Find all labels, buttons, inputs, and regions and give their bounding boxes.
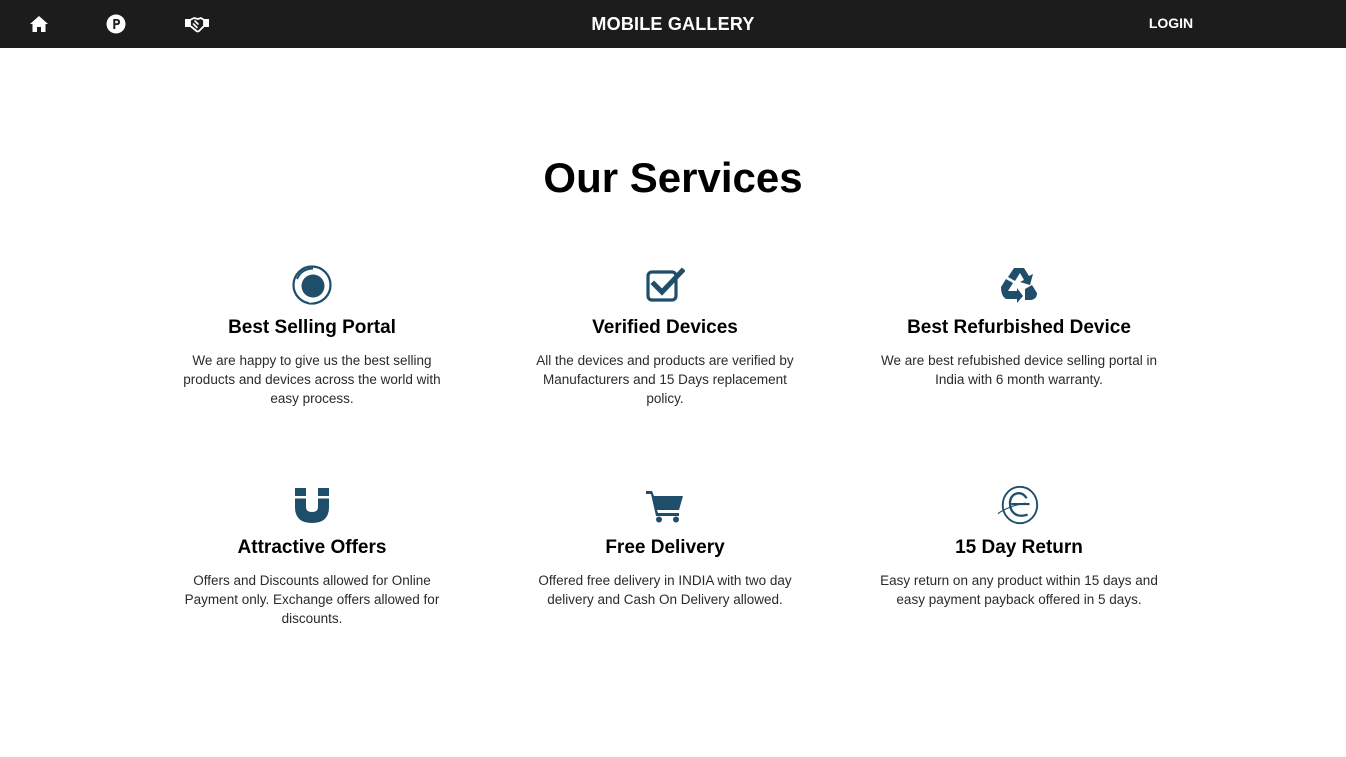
home-icon[interactable] — [28, 13, 50, 35]
service-card-delivery: Free Delivery Offered free delivery in I… — [515, 483, 815, 609]
service-card-verified: Verified Devices All the devices and pro… — [515, 263, 815, 408]
service-card-best-selling: Best Selling Portal We are happy to give… — [162, 263, 462, 408]
service-description: All the devices and products are verifie… — [536, 353, 794, 406]
magnet-icon — [290, 483, 334, 527]
service-card-refurbished: Best Refurbished Device We are best refu… — [869, 263, 1169, 389]
service-card-return: 15 Day Return Easy return on any product… — [869, 483, 1169, 609]
service-card-offers: Attractive Offers Offers and Discounts a… — [162, 483, 462, 628]
service-heading: Best Selling Portal — [228, 317, 396, 338]
services-title: Our Services — [543, 154, 803, 201]
service-heading: 15 Day Return — [955, 537, 1083, 558]
service-description: Offers and Discounts allowed for Online … — [184, 573, 440, 626]
recycle-icon — [997, 263, 1041, 307]
edge-swirl-icon — [997, 483, 1041, 527]
service-heading: Verified Devices — [592, 317, 738, 338]
login-link[interactable]: LOGIN — [1140, 0, 1202, 48]
service-heading: Attractive Offers — [237, 537, 387, 558]
top-navbar: MOBILE GALLERY LOGIN — [0, 0, 1346, 48]
brand-title[interactable]: MOBILE GALLERY — [591, 14, 754, 34]
spiral-eye-icon — [290, 263, 334, 307]
service-description: We are best refubished device selling po… — [881, 353, 1157, 387]
parking-icon[interactable] — [105, 13, 127, 35]
service-heading: Best Refurbished Device — [907, 317, 1131, 338]
service-heading: Free Delivery — [605, 537, 725, 558]
service-description: Easy return on any product within 15 day… — [880, 573, 1158, 607]
service-description: We are happy to give us the best selling… — [183, 353, 441, 406]
checkbox-check-icon — [643, 263, 687, 307]
service-description: Offered free delivery in INDIA with two … — [538, 573, 792, 607]
handshake-icon[interactable] — [184, 13, 210, 35]
cart-icon — [643, 483, 687, 527]
